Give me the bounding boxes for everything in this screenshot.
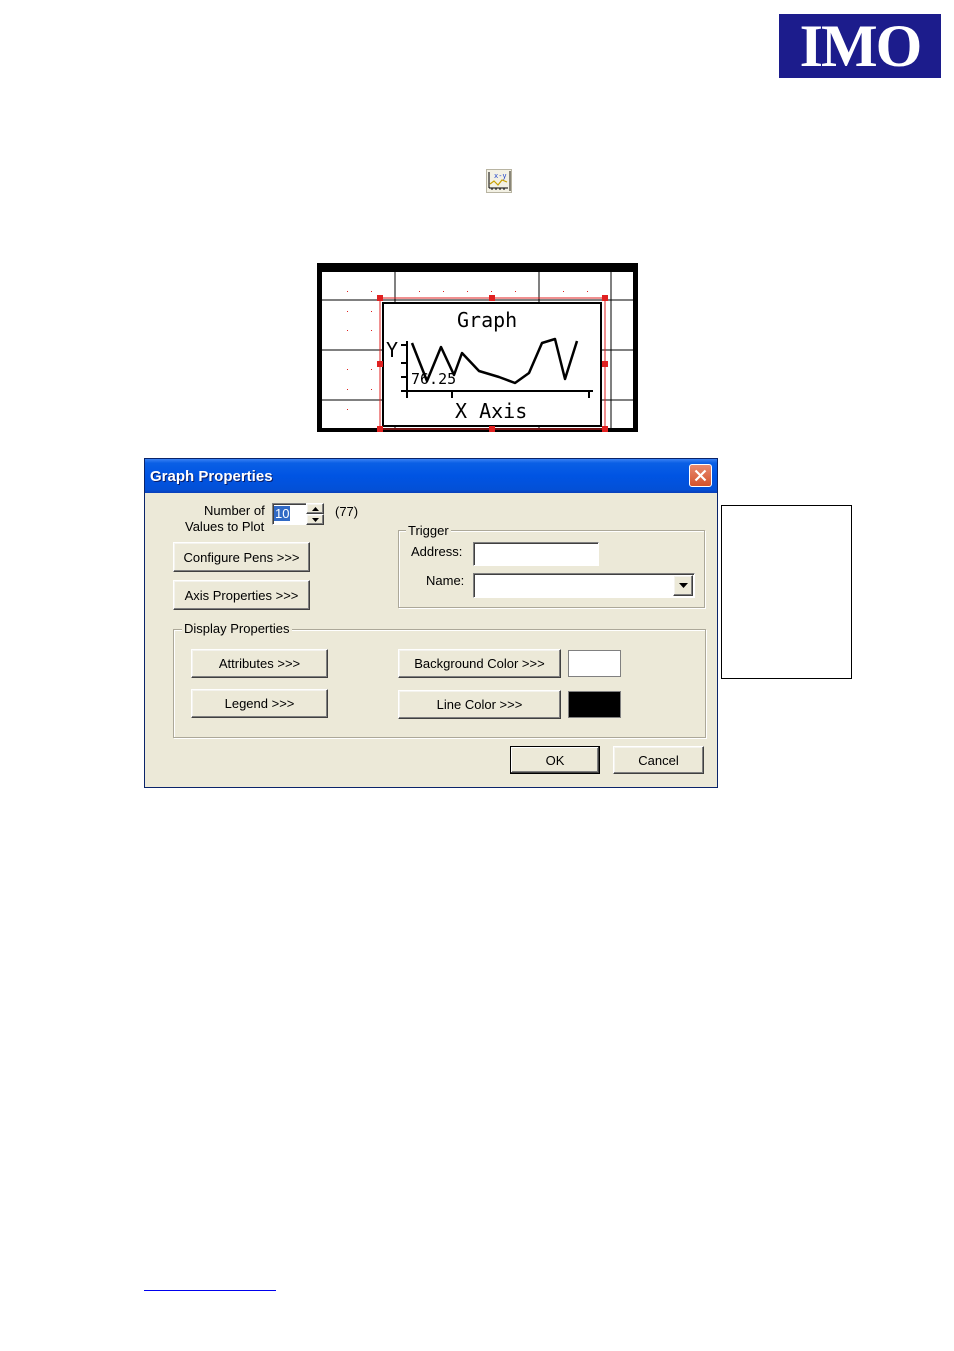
close-button[interactable] bbox=[689, 464, 712, 487]
logo-text: IMO bbox=[799, 13, 923, 79]
num-values-label-line2: Values to Plot bbox=[185, 519, 265, 534]
address-label: Address: bbox=[411, 544, 463, 559]
spinner-up-button[interactable] bbox=[306, 503, 324, 514]
preview-title: Graph bbox=[457, 308, 517, 332]
xy-graph-icon: x-y bbox=[486, 169, 512, 193]
graph-properties-dialog: Graph Properties Number of Values to Plo… bbox=[144, 458, 718, 788]
num-values-label-line1: Number of bbox=[204, 503, 265, 518]
callout-box bbox=[721, 505, 852, 679]
dialog-titlebar[interactable]: Graph Properties bbox=[145, 459, 717, 493]
num-values-max: (77) bbox=[335, 504, 359, 519]
imo-logo: IMO bbox=[779, 14, 941, 78]
xy-icon-label: x-y bbox=[494, 172, 507, 180]
axis-properties-button[interactable]: Axis Properties >>> bbox=[173, 580, 310, 610]
display-properties-group bbox=[173, 629, 706, 738]
background-color-swatch[interactable] bbox=[568, 650, 621, 677]
name-dropdown-button[interactable] bbox=[673, 575, 693, 596]
arrow-up-icon bbox=[311, 506, 319, 511]
preview-x-label: X Axis bbox=[455, 399, 527, 423]
footer-link-underline[interactable] bbox=[144, 1290, 276, 1291]
address-input[interactable] bbox=[473, 542, 599, 566]
legend-button[interactable]: Legend >>> bbox=[191, 689, 328, 718]
num-values-text: 10 bbox=[275, 506, 290, 521]
preview-value-label: 76.25 bbox=[411, 370, 456, 388]
display-properties-label: Display Properties bbox=[182, 621, 292, 636]
cancel-button[interactable]: Cancel bbox=[613, 746, 704, 774]
line-color-swatch[interactable] bbox=[568, 691, 621, 718]
graph-preview[interactable]: Graph Y 76.25 X Axis bbox=[317, 263, 638, 432]
background-color-button[interactable]: Background Color >>> bbox=[398, 649, 561, 678]
dialog-title: Graph Properties bbox=[150, 468, 273, 485]
arrow-down-icon bbox=[311, 517, 319, 522]
chevron-down-icon bbox=[678, 583, 688, 588]
name-label: Name: bbox=[426, 573, 465, 588]
name-dropdown[interactable] bbox=[473, 573, 695, 598]
num-values-spinner[interactable]: 10 bbox=[272, 503, 325, 525]
attributes-button[interactable]: Attributes >>> bbox=[191, 649, 328, 678]
spinner-down-button[interactable] bbox=[306, 514, 324, 525]
trigger-group-label: Trigger bbox=[406, 523, 451, 538]
line-color-button[interactable]: Line Color >>> bbox=[398, 690, 561, 719]
ok-button[interactable]: OK bbox=[510, 746, 600, 774]
preview-y-label: Y bbox=[386, 338, 398, 362]
configure-pens-button[interactable]: Configure Pens >>> bbox=[173, 542, 310, 572]
close-icon bbox=[694, 469, 707, 482]
